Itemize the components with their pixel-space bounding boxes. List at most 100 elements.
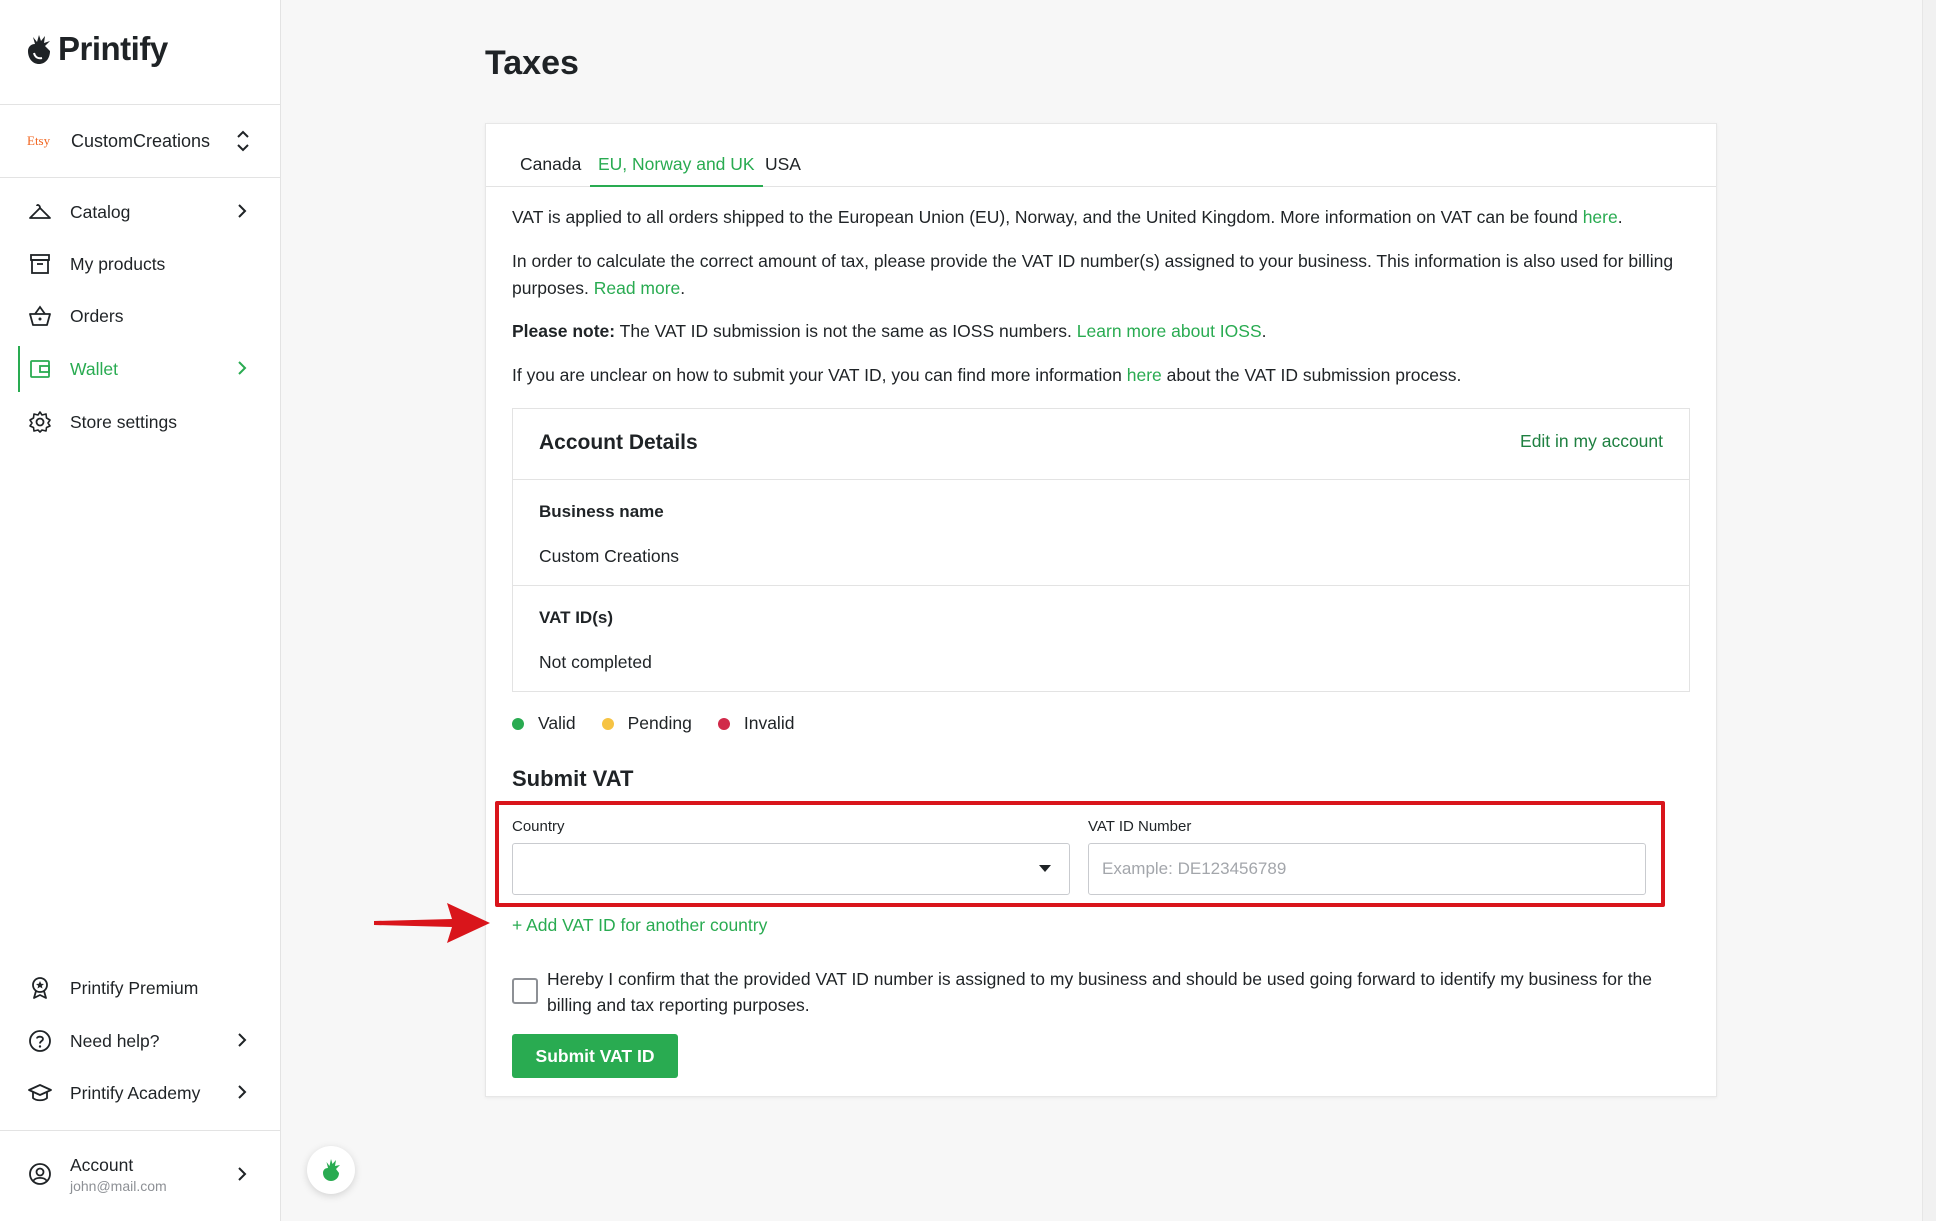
sidebar-item-wallet[interactable]: Wallet [0,346,281,392]
basket-icon [27,303,53,329]
edit-account-link[interactable]: Edit in my account [1520,431,1663,452]
paragraph-text: In order to calculate the correct amount… [512,251,1674,298]
help-chat-button[interactable] [307,1146,355,1194]
sidebar-item-label: Orders [70,305,124,326]
sidebar-item-label: Printify Academy [70,1082,201,1103]
paragraph-text: If you are unclear on how to submit your… [512,365,1127,385]
legend-valid: Valid [512,713,576,734]
paragraph-text: The VAT ID submission is not the same as… [615,321,1077,341]
graduation-cap-icon [27,1080,53,1106]
period-text: . [1617,207,1623,227]
chevron-right-icon [238,361,247,375]
vat-number-label: VAT ID Number [1088,818,1192,835]
gear-icon [27,409,53,435]
sidebar-item-need-help[interactable]: Need help? [0,1018,281,1064]
note-label: Please note: [512,321,616,341]
question-icon [27,1028,53,1054]
divider [0,1130,281,1131]
status-legend: Valid Pending Invalid [512,713,820,734]
badge-icon [27,975,53,1001]
vat-info-link[interactable]: here [1583,207,1618,227]
red-arrow-icon [374,903,490,943]
country-select[interactable] [512,843,1070,895]
vat-ids-value: Not completed [539,652,652,672]
period-text: . [1261,321,1267,341]
divider [513,479,1689,480]
legend-label: Valid [538,713,576,733]
store-name: CustomCreations [71,130,211,151]
page-title: Taxes [485,44,579,82]
sidebar-item-label: Need help? [70,1030,160,1051]
sidebar-item-catalog[interactable]: Catalog [0,189,281,235]
legend-label: Pending [627,713,692,733]
sidebar-item-printify-premium[interactable]: Printify Premium [0,965,281,1011]
account-label: Account [70,1154,134,1175]
submission-help-link[interactable]: here [1127,365,1162,385]
vat-calc-paragraph: In order to calculate the correct amount… [512,248,1692,302]
confirm-checkbox[interactable] [512,978,538,1004]
sidebar-item-store-settings[interactable]: Store settings [0,399,281,445]
sidebar-item-label: Printify Premium [70,977,199,998]
divider [0,104,281,105]
tab-usa[interactable]: USA [757,154,809,187]
account-details-panel: Account Details Edit in my account Busin… [512,408,1690,692]
etsy-badge: Etsy [27,133,51,148]
ioss-link[interactable]: Learn more about IOSS [1077,321,1262,341]
legend-label: Invalid [743,713,795,733]
business-name-label: Business name [539,502,664,521]
country-label: Country [512,818,565,835]
confirm-text: Hereby I confirm that the provided VAT I… [547,969,1653,1015]
vat-info-paragraph: VAT is applied to all orders shipped to … [512,204,1692,231]
sidebar-item-label: My products [70,253,166,274]
caret-down-icon [1039,865,1051,872]
invalid-dot-icon [717,717,730,730]
business-name-value: Custom Creations [539,546,680,566]
archive-box-icon [27,251,53,277]
printify-chat-icon [323,1159,340,1181]
submit-vat-title: Submit VAT [512,766,634,791]
legend-pending: Pending [601,713,692,734]
sidebar-item-label: Wallet [70,358,118,379]
user-circle-icon [27,1161,53,1187]
chevron-right-icon [238,1085,247,1099]
printify-logo[interactable]: Printify [26,30,168,68]
taxes-card: Canada EU, Norway and UK USA VAT is appl… [485,123,1717,1097]
account-email: john@mail.com [70,1177,167,1194]
wallet-icon [27,356,53,382]
divider [513,585,1689,586]
sidebar-item-my-products[interactable]: My products [0,241,281,287]
chevron-right-icon [238,1033,247,1047]
chevron-up-down-icon [237,130,249,152]
submit-vat-button[interactable]: Submit VAT ID [512,1034,678,1078]
printify-logo-icon [28,35,50,64]
sidebar: Printify Etsy CustomCreations Catalog My… [0,0,281,1221]
logo-text: Printify [58,30,168,67]
vat-number-input[interactable] [1088,843,1646,895]
region-tabs: Canada EU, Norway and UK USA [486,124,1716,187]
hanger-icon [27,199,53,225]
submission-help-paragraph: If you are unclear on how to submit your… [512,362,1692,389]
legend-invalid: Invalid [717,713,795,734]
sidebar-item-label: Store settings [70,411,177,432]
vat-ids-label: VAT ID(s) [539,608,613,627]
tab-eu-norway-uk[interactable]: EU, Norway and UK [590,154,763,187]
page-scrollbar[interactable] [1922,0,1936,1221]
period-text: . [680,278,686,298]
tab-canada[interactable]: Canada [512,154,589,187]
store-switcher[interactable]: Etsy CustomCreations [0,120,281,162]
add-vat-country-link[interactable]: + Add VAT ID for another country [512,915,767,936]
divider [0,177,281,178]
chevron-right-icon [238,1167,247,1181]
sidebar-item-label: Catalog [70,201,131,222]
sidebar-item-printify-academy[interactable]: Printify Academy [0,1070,281,1116]
sidebar-item-account[interactable]: Account john@mail.com [0,1148,281,1200]
valid-dot-icon [512,717,524,730]
ioss-note-paragraph: Please note: The VAT ID submission is no… [512,318,1692,345]
read-more-link[interactable]: Read more [594,278,681,298]
chevron-right-icon [238,204,247,218]
sidebar-item-orders[interactable]: Orders [0,293,281,339]
pending-dot-icon [601,717,614,730]
paragraph-text: VAT is applied to all orders shipped to … [512,207,1583,227]
paragraph-text: about the VAT ID submission process. [1161,365,1462,385]
account-block: Account john@mail.com [70,1155,167,1194]
